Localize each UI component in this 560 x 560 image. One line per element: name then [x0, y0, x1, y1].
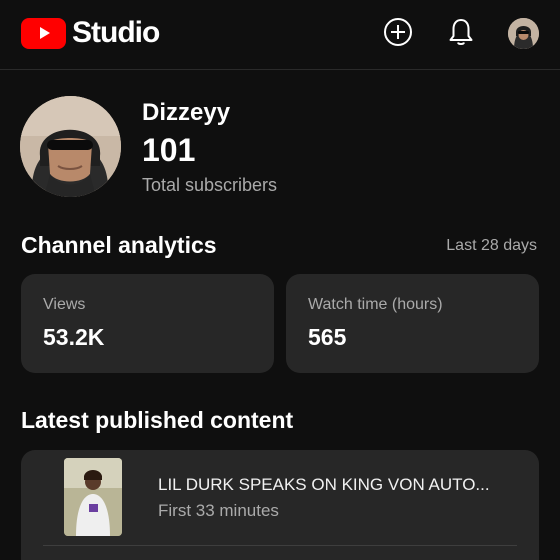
channel-name: Dizzeyy [142, 99, 231, 126]
video-meta: First 33 minutes [158, 501, 279, 520]
account-avatar[interactable] [508, 18, 539, 49]
subscriber-label: Total subscribers [142, 175, 278, 195]
video-title[interactable]: LIL DURK SPEAKS ON KING VON AUTO... [158, 475, 518, 495]
top-app-bar: Studio [0, 0, 560, 70]
views-card[interactable]: Views 53.2K [21, 274, 274, 373]
latest-video-card[interactable]: LIL DURK SPEAKS ON KING VON AUTO... Firs… [21, 450, 539, 560]
views-label: Views [43, 296, 86, 313]
watch-time-value: 565 [308, 324, 347, 350]
subscriber-count: 101 [142, 132, 196, 168]
latest-content-title: Latest published content [21, 407, 294, 433]
views-value: 53.2K [43, 324, 105, 350]
create-icon[interactable] [383, 17, 413, 47]
watch-time-label: Watch time (hours) [308, 296, 443, 313]
channel-avatar[interactable] [20, 96, 121, 197]
card-divider [43, 545, 517, 546]
studio-logo[interactable]: Studio [21, 16, 160, 50]
video-thumbnail[interactable] [64, 458, 122, 536]
studio-app: Studio Dizzeyy 101 Total subscribers Cha… [0, 0, 560, 560]
analytics-section-title: Channel analytics [21, 232, 217, 258]
app-name: Studio [72, 16, 160, 49]
bell-icon[interactable] [446, 17, 476, 47]
watch-time-card[interactable]: Watch time (hours) 565 [286, 274, 539, 373]
analytics-period: Last 28 days [446, 237, 537, 254]
youtube-logo-icon [21, 17, 66, 49]
